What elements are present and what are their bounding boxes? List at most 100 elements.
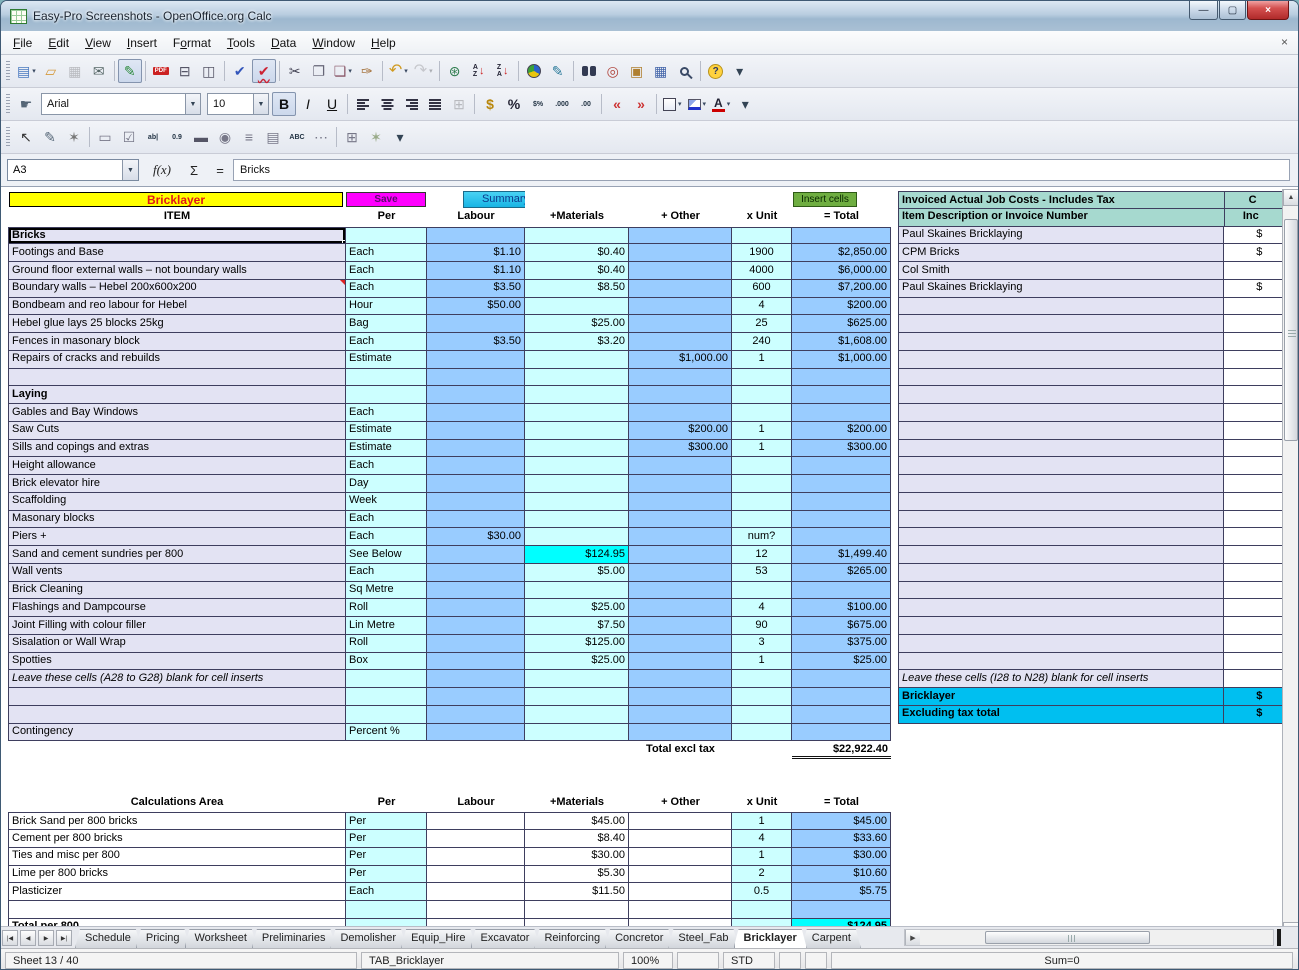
cell[interactable]: Each: [346, 262, 427, 280]
horizontal-scrollbar[interactable]: ◀ ▶: [904, 929, 1274, 946]
cell[interactable]: [792, 386, 891, 404]
dropdown-arrow-icon[interactable]: ▾: [678, 100, 682, 108]
cell[interactable]: [427, 493, 525, 511]
cell[interactable]: [792, 457, 891, 475]
cell[interactable]: [898, 475, 1224, 493]
cell[interactable]: [427, 227, 525, 245]
cell[interactable]: [427, 564, 525, 582]
cell[interactable]: Plasticizer: [8, 883, 346, 901]
cell[interactable]: $300.00: [629, 440, 732, 458]
cell[interactable]: [629, 333, 732, 351]
form-design-button[interactable]: ⊞: [340, 125, 364, 149]
cell[interactable]: [525, 404, 629, 422]
cell[interactable]: $8.50: [525, 280, 629, 298]
cell[interactable]: [1224, 440, 1283, 458]
cell[interactable]: [525, 688, 629, 706]
menu-help[interactable]: Help: [363, 33, 404, 53]
tab-steel_fab[interactable]: Steel_Fab: [668, 929, 738, 948]
cell[interactable]: [1224, 582, 1283, 600]
cell[interactable]: Per: [346, 848, 427, 866]
merge-cells-button[interactable]: ⊞: [447, 92, 471, 116]
scroll-up-icon[interactable]: ▲: [1283, 189, 1299, 206]
combo-box-button[interactable]: ▤: [261, 125, 285, 149]
open-button[interactable]: ▱: [39, 59, 63, 83]
cell[interactable]: $5.00: [525, 564, 629, 582]
column-header[interactable]: = Total: [792, 795, 891, 813]
cell[interactable]: Per: [346, 812, 427, 830]
cell[interactable]: Fences in masonary block: [8, 333, 346, 351]
cell[interactable]: Total per 800: [8, 919, 346, 926]
cell[interactable]: Week: [346, 493, 427, 511]
cell[interactable]: [8, 741, 346, 759]
cell[interactable]: [427, 866, 525, 884]
cell[interactable]: Cement per 800 bricks: [8, 830, 346, 848]
menu-data[interactable]: Data: [263, 33, 304, 53]
cell[interactable]: [898, 493, 1224, 511]
cell[interactable]: Bricklayer: [8, 191, 346, 209]
cell[interactable]: $30.00: [427, 528, 525, 546]
cell[interactable]: [792, 582, 891, 600]
push-button-button[interactable]: ▬: [189, 125, 213, 149]
cell[interactable]: Sq Metre: [346, 582, 427, 600]
select-button[interactable]: ↖: [14, 125, 38, 149]
cell[interactable]: Per: [346, 830, 427, 848]
cell[interactable]: $30.00: [792, 848, 891, 866]
column-header[interactable]: + Other: [629, 795, 732, 813]
cell[interactable]: [629, 315, 732, 333]
cell[interactable]: 1900: [732, 244, 792, 262]
cell[interactable]: [629, 599, 732, 617]
cell[interactable]: [732, 670, 792, 688]
cell[interactable]: 4: [732, 298, 792, 316]
cell[interactable]: 12: [732, 546, 792, 564]
dropdown-arrow-icon[interactable]: ▾: [32, 67, 36, 75]
cell[interactable]: [1224, 298, 1283, 316]
cell[interactable]: [898, 546, 1224, 564]
paste-button[interactable]: ❏▾: [331, 59, 355, 83]
cell[interactable]: Paul Skaines Bricklaying: [898, 280, 1224, 298]
cell[interactable]: [1224, 422, 1283, 440]
cell[interactable]: [792, 493, 891, 511]
cell[interactable]: $200.00: [792, 298, 891, 316]
cell[interactable]: [732, 475, 792, 493]
cell[interactable]: [525, 493, 629, 511]
decrease-indent-button[interactable]: «: [605, 92, 629, 116]
toolbar-more-button[interactable]: ▾: [733, 92, 757, 116]
cell[interactable]: [629, 830, 732, 848]
font-name-combo[interactable]: Arial▼: [41, 93, 201, 115]
cell[interactable]: Percent %: [346, 724, 427, 742]
cell[interactable]: [427, 369, 525, 387]
cell[interactable]: Box: [346, 653, 427, 671]
cell[interactable]: 90: [732, 617, 792, 635]
cell[interactable]: Each: [346, 883, 427, 901]
cell[interactable]: [1224, 404, 1283, 422]
horizontal-scroll-thumb[interactable]: [985, 931, 1150, 944]
font-size-dropdown-icon[interactable]: ▼: [253, 94, 268, 114]
cell[interactable]: [1224, 564, 1283, 582]
cell[interactable]: Inc: [1225, 209, 1283, 227]
sort-ascending-button[interactable]: AZ↓: [467, 59, 491, 83]
name-box-dropdown-icon[interactable]: ▼: [122, 160, 138, 180]
cell[interactable]: $7,200.00: [792, 280, 891, 298]
cell[interactable]: $1.10: [427, 262, 525, 280]
cell[interactable]: $25.00: [792, 653, 891, 671]
cut-button[interactable]: ✂: [283, 59, 307, 83]
insert-cells-button[interactable]: Insert cells: [793, 192, 857, 207]
cell[interactable]: [1224, 599, 1283, 617]
cell[interactable]: $: [1224, 244, 1283, 262]
cell[interactable]: [898, 386, 1224, 404]
cell[interactable]: [8, 706, 346, 724]
cell[interactable]: [8, 369, 346, 387]
cell[interactable]: [629, 191, 732, 209]
cell[interactable]: Height allowance: [8, 457, 346, 475]
toolbar-more-button[interactable]: ▾: [388, 125, 412, 149]
dropdown-arrow-icon[interactable]: ▾: [429, 67, 433, 75]
column-header[interactable]: x Unit: [732, 795, 792, 813]
label-field-button[interactable]: ABC: [285, 125, 309, 149]
cell[interactable]: [629, 866, 732, 884]
email-button[interactable]: ✉: [87, 59, 111, 83]
cell[interactable]: $33.60: [792, 830, 891, 848]
cell[interactable]: Repairs of cracks and rebuilds: [8, 351, 346, 369]
cell[interactable]: num?: [732, 528, 792, 546]
tab-excavator[interactable]: Excavator: [471, 929, 540, 948]
cell[interactable]: [792, 901, 891, 919]
